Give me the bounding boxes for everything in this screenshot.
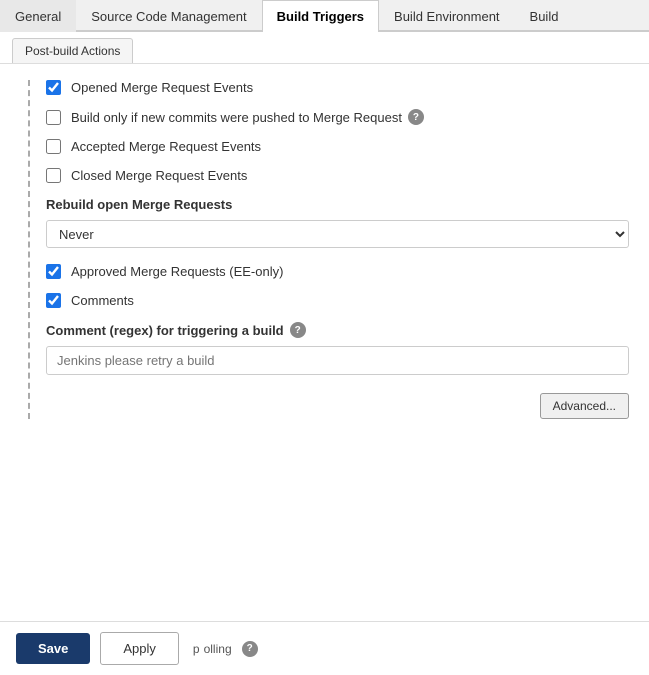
new-commits-help-icon[interactable]: ?	[408, 109, 424, 125]
approved-merge-checkbox[interactable]	[46, 264, 61, 279]
tab-build[interactable]: Build	[515, 0, 574, 32]
checkbox-row-accepted-merge: Accepted Merge Request Events	[46, 139, 629, 154]
checkbox-row-approved-merge: Approved Merge Requests (EE-only)	[46, 264, 629, 279]
new-commits-checkbox[interactable]	[46, 110, 61, 125]
comment-regex-input[interactable]	[46, 346, 629, 375]
rebuild-dropdown[interactable]: Never On push to source branch On push t…	[46, 220, 629, 248]
advanced-btn-row: Advanced...	[46, 393, 629, 419]
comment-regex-label: Comment (regex) for triggering a build	[46, 323, 284, 338]
closed-merge-label[interactable]: Closed Merge Request Events	[71, 168, 247, 183]
content-area: Opened Merge Request Events Build only i…	[0, 64, 649, 663]
accepted-merge-checkbox[interactable]	[46, 139, 61, 154]
tab-scm[interactable]: Source Code Management	[76, 0, 261, 32]
polling-text: p	[193, 642, 200, 656]
tab-bar: General Source Code Management Build Tri…	[0, 0, 649, 32]
checkbox-row-new-commits: Build only if new commits were pushed to…	[46, 109, 629, 125]
approved-merge-label[interactable]: Approved Merge Requests (EE-only)	[71, 264, 283, 279]
checkbox-row-comments: Comments	[46, 293, 629, 308]
tab-general[interactable]: General	[0, 0, 76, 32]
save-button[interactable]: Save	[16, 633, 90, 664]
advanced-button[interactable]: Advanced...	[540, 393, 629, 419]
rebuild-dropdown-row: Never On push to source branch On push t…	[46, 220, 629, 248]
apply-button[interactable]: Apply	[100, 632, 179, 665]
checkbox-row-opened-merge: Opened Merge Request Events	[46, 80, 629, 95]
closed-merge-checkbox[interactable]	[46, 168, 61, 183]
bottom-bar: Save Apply p olling ?	[0, 621, 649, 675]
tab-build-env[interactable]: Build Environment	[379, 0, 515, 32]
trigger-section: Opened Merge Request Events Build only i…	[28, 80, 629, 419]
checkbox-row-closed-merge: Closed Merge Request Events	[46, 168, 629, 183]
rebuild-section-label: Rebuild open Merge Requests	[46, 197, 629, 212]
sub-tab-bar: Post-build Actions	[0, 32, 649, 64]
new-commits-label[interactable]: Build only if new commits were pushed to…	[71, 110, 402, 125]
opened-merge-label[interactable]: Opened Merge Request Events	[71, 80, 253, 95]
tab-build-triggers[interactable]: Build Triggers	[262, 0, 379, 32]
comment-regex-label-row: Comment (regex) for triggering a build ?	[46, 322, 629, 338]
polling-help-icon[interactable]: ?	[242, 641, 258, 657]
comments-checkbox[interactable]	[46, 293, 61, 308]
accepted-merge-label[interactable]: Accepted Merge Request Events	[71, 139, 261, 154]
bottom-hint: p olling ?	[193, 641, 258, 657]
opened-merge-checkbox[interactable]	[46, 80, 61, 95]
comment-regex-help-icon[interactable]: ?	[290, 322, 306, 338]
polling-label: olling	[204, 642, 232, 656]
comments-label[interactable]: Comments	[71, 293, 134, 308]
sub-tab-post-build[interactable]: Post-build Actions	[12, 38, 133, 63]
